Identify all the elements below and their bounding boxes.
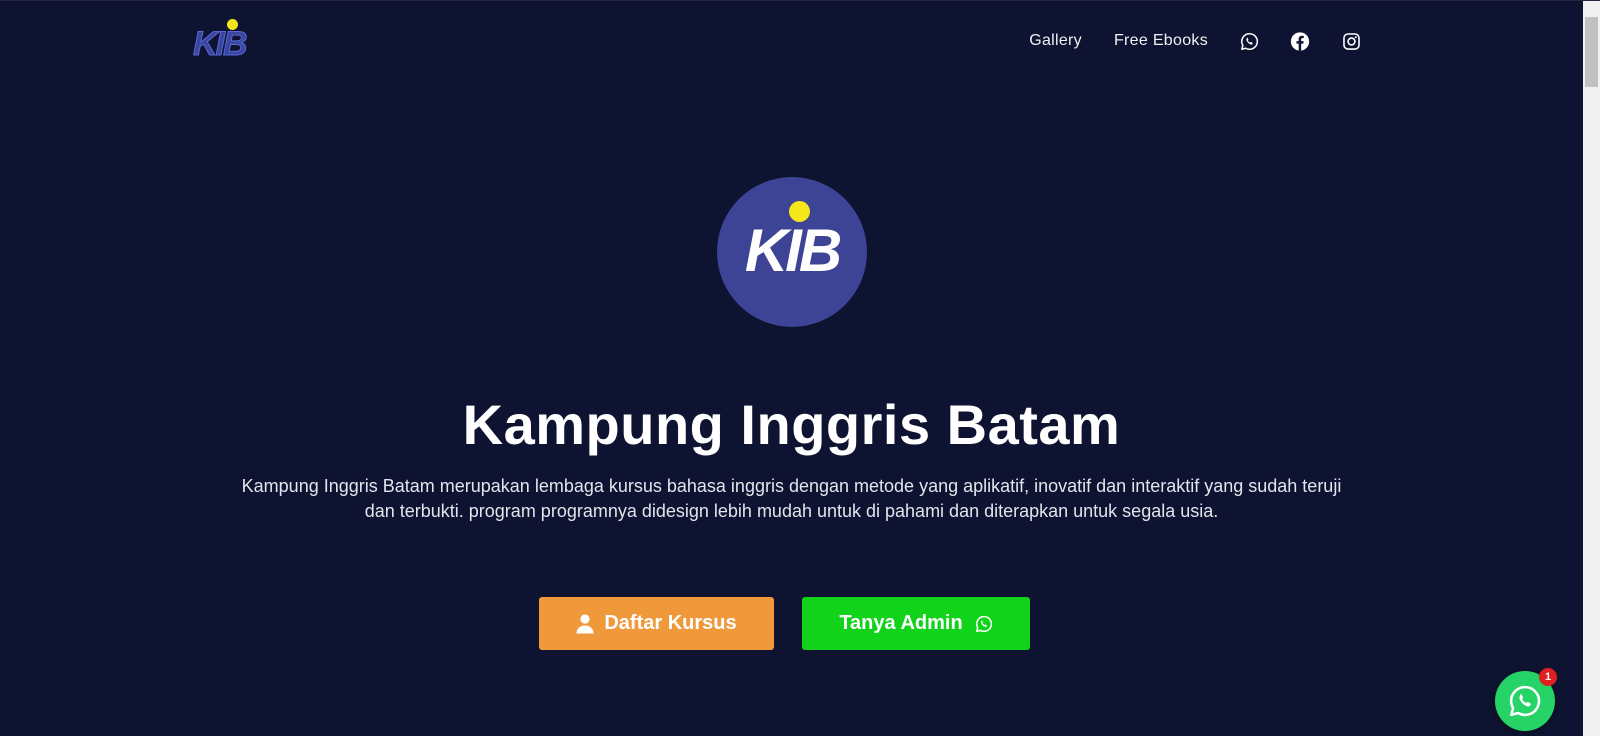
page: KIB Gallery Free Ebooks KIB Kampung Ingg… (0, 0, 1600, 736)
nav-logo[interactable]: KIB (193, 17, 263, 65)
facebook-icon[interactable] (1290, 31, 1310, 51)
tanya-admin-button[interactable]: Tanya Admin (802, 597, 1030, 650)
nav-logo-text: KIB (193, 25, 249, 63)
user-icon (576, 613, 594, 634)
scrollbar-thumb[interactable] (1585, 17, 1598, 87)
hero-description: Kampung Inggris Batam merupakan lembaga … (241, 476, 1342, 521)
hero-logo: KIB (717, 177, 867, 327)
nav-link-free-ebooks[interactable]: Free Ebooks (1114, 32, 1208, 50)
tanya-admin-label: Tanya Admin (839, 612, 963, 634)
whatsapp-icon[interactable] (1239, 31, 1259, 51)
nav-link-gallery[interactable]: Gallery (1029, 32, 1082, 50)
instagram-icon[interactable] (1341, 31, 1361, 51)
notification-badge: 1 (1539, 668, 1557, 686)
navbar: KIB Gallery Free Ebooks (0, 1, 1583, 81)
hero-title: Kampung Inggris Batam (462, 393, 1121, 456)
daftar-kursus-button[interactable]: Daftar Kursus (539, 597, 774, 650)
whatsapp-icon (1508, 684, 1542, 718)
whatsapp-icon (975, 615, 993, 633)
nav-links: Gallery Free Ebooks (997, 29, 1361, 53)
daftar-kursus-label: Daftar Kursus (604, 612, 737, 634)
hero-logo-text: KIB (744, 217, 842, 284)
scrollbar[interactable] (1583, 1, 1600, 736)
